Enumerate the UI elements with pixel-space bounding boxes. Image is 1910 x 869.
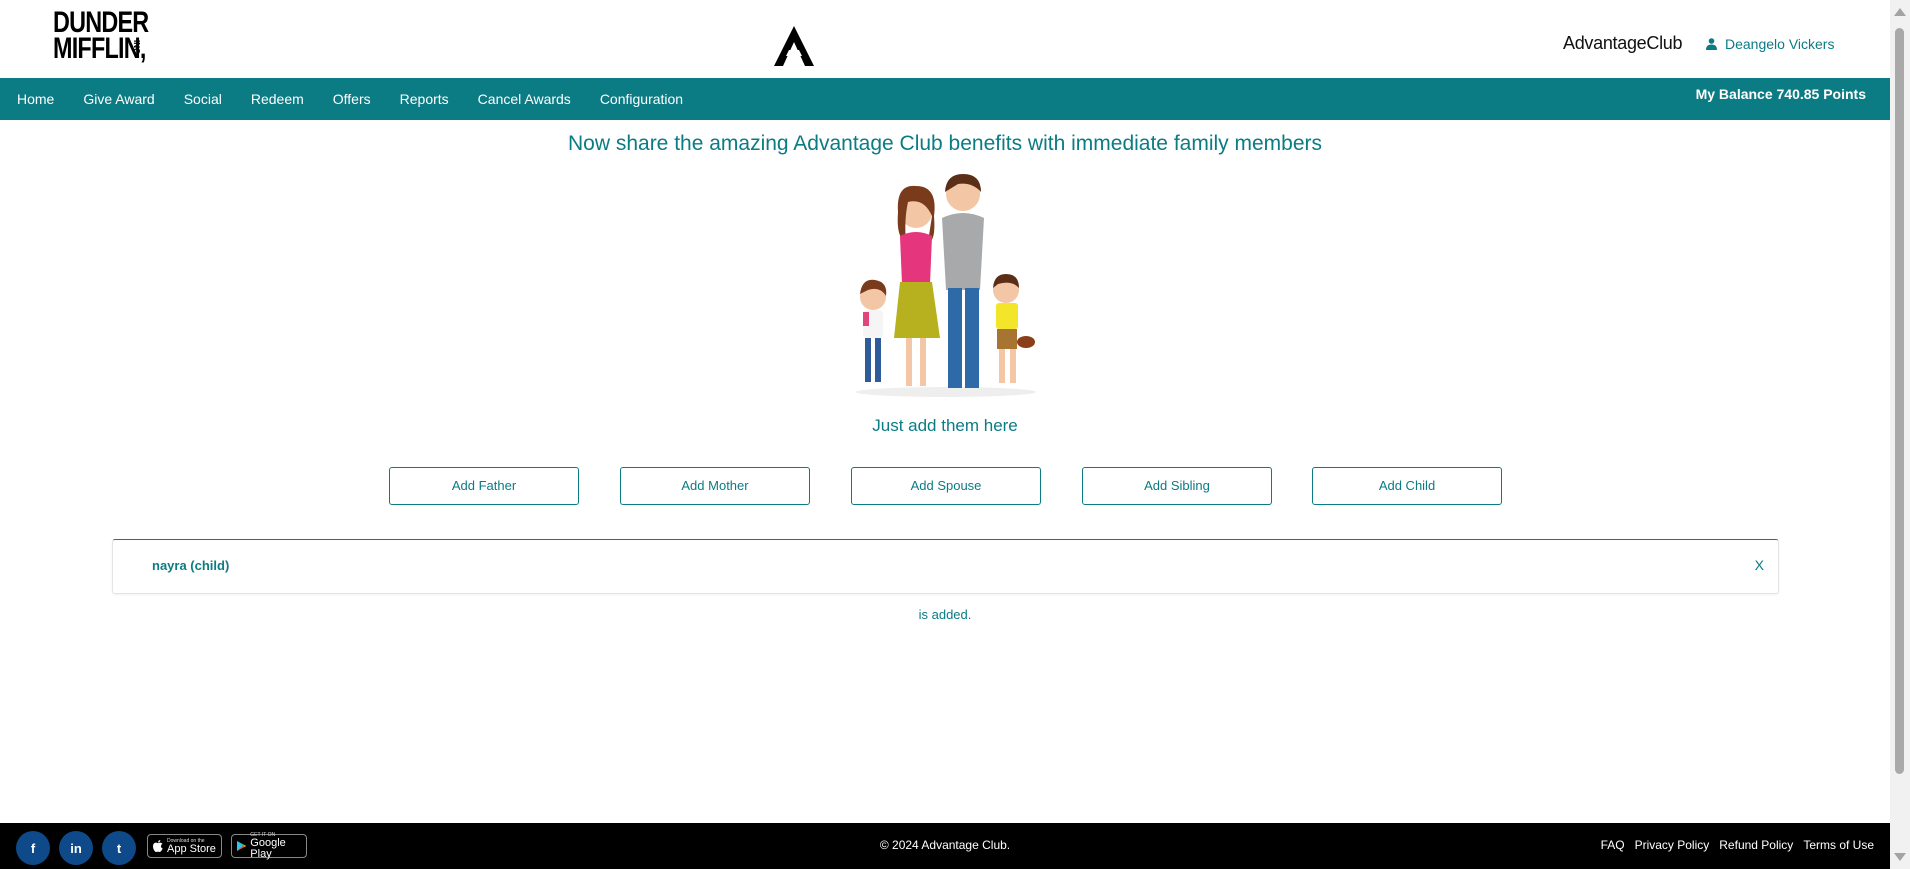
advantage-club-logo-icon[interactable] — [772, 24, 816, 68]
nav-item-offers[interactable]: Offers — [333, 91, 371, 107]
nav-item-configuration[interactable]: Configuration — [600, 91, 683, 107]
vertical-scrollbar[interactable] — [1890, 0, 1910, 869]
family-illustration — [856, 174, 1036, 397]
nav-item-redeem[interactable]: Redeem — [251, 91, 304, 107]
balance-display[interactable]: My Balance 740.85 Points — [1696, 86, 1866, 102]
add-child-button[interactable]: Add Child — [1312, 467, 1502, 505]
page-headline: Now share the amazing Advantage Club ben… — [567, 132, 1323, 155]
company-logo-inc: INC — [132, 40, 141, 54]
scroll-up-arrow-icon[interactable] — [1894, 8, 1906, 16]
nav-item-reports[interactable]: Reports — [400, 91, 449, 107]
page-subhead: Just add them here — [872, 416, 1018, 435]
nav-item-home[interactable]: Home — [17, 91, 54, 107]
footer-link-privacy-policy[interactable]: Privacy Policy — [1635, 838, 1710, 852]
remove-member-button[interactable]: X — [1755, 557, 1764, 573]
footer-link-faq[interactable]: FAQ — [1601, 838, 1625, 852]
add-sibling-button[interactable]: Add Sibling — [1082, 467, 1272, 505]
add-mother-button[interactable]: Add Mother — [620, 467, 810, 505]
family-member-name[interactable]: nayra (child) — [152, 558, 229, 573]
nav-item-give-award[interactable]: Give Award — [83, 91, 154, 107]
scroll-down-arrow-icon[interactable] — [1894, 853, 1906, 861]
user-name: Deangelo Vickers — [1725, 36, 1835, 52]
nav-item-cancel-awards[interactable]: Cancel Awards — [478, 91, 571, 107]
brand-name: AdvantageClub — [1563, 33, 1683, 53]
scroll-thumb[interactable] — [1895, 28, 1904, 774]
page: DUNDER MIFFLIN, INC AdvantageClub Deange… — [0, 0, 1910, 869]
family-member-card: nayra (child) X — [112, 539, 1779, 594]
footer-link-refund-policy[interactable]: Refund Policy — [1719, 838, 1793, 852]
add-spouse-button[interactable]: Add Spouse — [851, 467, 1041, 505]
footer-link-terms-of-use[interactable]: Terms of Use — [1803, 838, 1874, 852]
main-nav: Home Give Award Social Redeem Offers Rep… — [0, 78, 1890, 120]
company-logo-line2: MIFFLIN, — [53, 32, 146, 65]
footer-links: FAQ Privacy Policy Refund Policy Terms o… — [1601, 838, 1874, 852]
footer: f in t Download on the App Store GET IT … — [0, 823, 1890, 869]
user-icon — [1706, 38, 1717, 50]
company-logo[interactable]: DUNDER MIFFLIN, INC — [53, 8, 153, 65]
header: DUNDER MIFFLIN, INC AdvantageClub Deange… — [0, 0, 1890, 78]
added-message: is added. — [918, 607, 972, 622]
add-father-button[interactable]: Add Father — [389, 467, 579, 505]
nav-item-social[interactable]: Social — [184, 91, 222, 107]
user-menu[interactable]: Deangelo Vickers — [1706, 36, 1834, 52]
